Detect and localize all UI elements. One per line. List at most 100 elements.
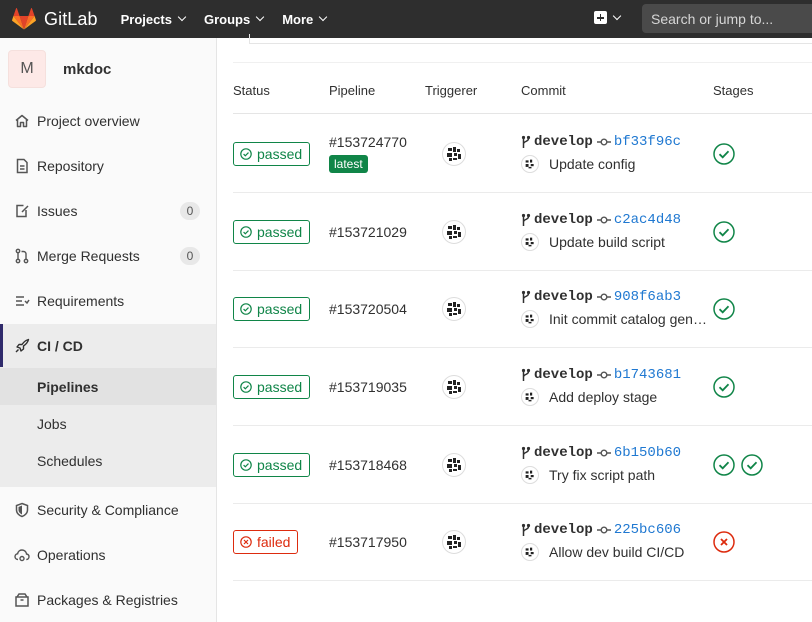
nav-more-dropdown[interactable]: More [282, 12, 328, 27]
branch-name-link[interactable]: develop [534, 134, 593, 150]
commit-author-avatar[interactable] [521, 233, 539, 251]
branch-name-link[interactable]: develop [534, 289, 593, 305]
commit-message-link[interactable]: Try fix script path [549, 467, 713, 483]
commit-message-link[interactable]: Update config [549, 156, 713, 172]
commit-sha-link[interactable]: 225bc606 [614, 522, 681, 538]
triggerer-avatar[interactable] [442, 453, 466, 477]
pipeline-row: passed #153724770 latest develop bf33f96c Upd… [233, 115, 812, 193]
nav-groups-label: Groups [203, 11, 251, 27]
pipeline-id-link[interactable]: #153721029 [329, 224, 407, 240]
commit-icon [596, 371, 611, 379]
sidebar-item-label: Merge Requests [37, 248, 140, 264]
project-name: mkdoc [63, 60, 112, 78]
project-header[interactable]: M mkdoc [0, 38, 216, 100]
chevron-down-icon [319, 12, 328, 22]
pipeline-id-link[interactable]: #153717950 [329, 534, 407, 550]
pipeline-row: passed #153721029 develop c2ac4d48 Update bu… [233, 193, 812, 271]
commit-sha-link[interactable]: bf33f96c [614, 134, 681, 150]
rocket-icon [14, 338, 30, 354]
nav-projects-dropdown[interactable]: Projects [120, 11, 187, 27]
stage-success-icon[interactable] [713, 298, 735, 320]
stages-group [713, 221, 741, 243]
status-badge[interactable]: passed [233, 453, 311, 477]
branch-icon [521, 368, 531, 381]
branch-name-link[interactable]: develop [534, 445, 593, 461]
sidebar-item-label: Issues [37, 203, 78, 219]
status-badge[interactable]: passed [233, 297, 311, 321]
status-badge[interactable]: passed [233, 375, 311, 399]
branch-name-link[interactable]: develop [534, 212, 593, 228]
stage-success-icon[interactable] [713, 376, 735, 398]
plus-square-icon [594, 11, 607, 24]
triggerer-avatar[interactable] [442, 142, 466, 166]
branch-name-link[interactable]: develop [534, 522, 593, 538]
commit-sha-link[interactable]: 908f6ab3 [614, 289, 681, 305]
nav-projects-label: Projects [120, 11, 172, 27]
pipelines-table-header: Status Pipeline Triggerer Commit Stages [233, 62, 812, 114]
commit-message-link[interactable]: Update build script [549, 234, 713, 250]
status-badge[interactable]: failed [233, 530, 299, 554]
branch-icon [521, 135, 531, 148]
sidebar-subitem-pipelines[interactable]: Pipelines [0, 368, 216, 405]
pipeline-id-link[interactable]: #153720504 [329, 301, 407, 317]
commit-message-link[interactable]: Add deploy stage [549, 389, 713, 405]
commit-sha-link[interactable]: c2ac4d48 [614, 212, 681, 228]
project-sidebar: M mkdoc Project overview Repository Issu… [0, 38, 217, 622]
passed-status-icon [240, 381, 257, 393]
search-input[interactable]: Search or jump to... [642, 4, 812, 33]
triggerer-avatar[interactable] [442, 297, 466, 321]
triggerer-avatar[interactable] [442, 220, 466, 244]
triggerer-avatar[interactable] [442, 375, 466, 399]
search-placeholder: Search or jump to... [651, 10, 774, 27]
commit-sha-link[interactable]: b1743681 [614, 367, 681, 383]
commit-author-avatar[interactable] [521, 310, 539, 328]
commit-author-avatar[interactable] [521, 155, 539, 173]
stage-success-icon[interactable] [713, 221, 735, 243]
stage-failed-icon[interactable] [713, 531, 735, 553]
commit-author-avatar[interactable] [521, 388, 539, 406]
commit-icon [596, 138, 611, 146]
commit-title: Update config [521, 155, 713, 173]
status-badge[interactable]: passed [233, 220, 311, 244]
commit-author-avatar[interactable] [521, 466, 539, 484]
sidebar-item-cicd[interactable]: CI / CD [0, 324, 216, 368]
commit-author-avatar[interactable] [521, 543, 539, 561]
new-dropdown-button[interactable] [594, 11, 622, 24]
commit-sha-link[interactable]: 6b150b60 [614, 445, 681, 461]
branch-name-link[interactable]: develop [534, 367, 593, 383]
nav-menu: Projects Groups More [121, 0, 346, 38]
pipeline-id-link[interactable]: #153718468 [329, 457, 407, 473]
stage-success-icon[interactable] [741, 454, 763, 476]
stage-success-icon[interactable] [713, 143, 735, 165]
sidebar-item-repository[interactable]: Repository [0, 144, 216, 188]
header-stages: Stages [713, 83, 754, 98]
sidebar-item-merge-requests[interactable]: Merge Requests 0 [0, 234, 216, 278]
sidebar-item-packages-registries[interactable]: Packages & Registries [0, 578, 216, 622]
sidebar-item-project-overview[interactable]: Project overview [0, 99, 216, 143]
status-badge[interactable]: passed [233, 142, 311, 166]
stage-success-icon[interactable] [713, 454, 735, 476]
nav-groups-dropdown[interactable]: Groups [203, 11, 265, 27]
sidebar-subitem-schedules[interactable]: Schedules [0, 442, 216, 479]
sidebar-item-requirements[interactable]: Requirements [0, 279, 216, 323]
sidebar-item-operations[interactable]: Operations [0, 533, 216, 577]
merge-requests-count-badge: 0 [180, 247, 200, 265]
sidebar-subitem-jobs[interactable]: Jobs [0, 405, 216, 442]
stages-group [713, 143, 741, 165]
gitlab-logo[interactable]: GitLab [12, 0, 98, 38]
pipeline-id-link[interactable]: #153719035 [329, 379, 407, 395]
commit-title: Add deploy stage [521, 388, 713, 406]
sidebar-item-security-compliance[interactable]: Security & Compliance [0, 488, 216, 532]
latest-badge: latest [329, 155, 368, 173]
commit-icon [596, 449, 611, 457]
sidebar-item-label: Project overview [37, 113, 140, 129]
sidebar-item-issues[interactable]: Issues 0 [0, 189, 216, 233]
commit-title: Update build script [521, 233, 713, 251]
commit-message-link[interactable]: Init commit catalog gen… [549, 311, 713, 327]
branch-icon [521, 523, 531, 536]
commit-message-link[interactable]: Allow dev build CI/CD [549, 544, 713, 560]
sidebar-item-label: CI / CD [37, 338, 83, 354]
triggerer-avatar[interactable] [442, 530, 466, 554]
pipeline-id-link[interactable]: #153724770 [329, 134, 407, 150]
pipeline-row: passed #153719035 develop b1743681 Add deplo… [233, 348, 812, 426]
